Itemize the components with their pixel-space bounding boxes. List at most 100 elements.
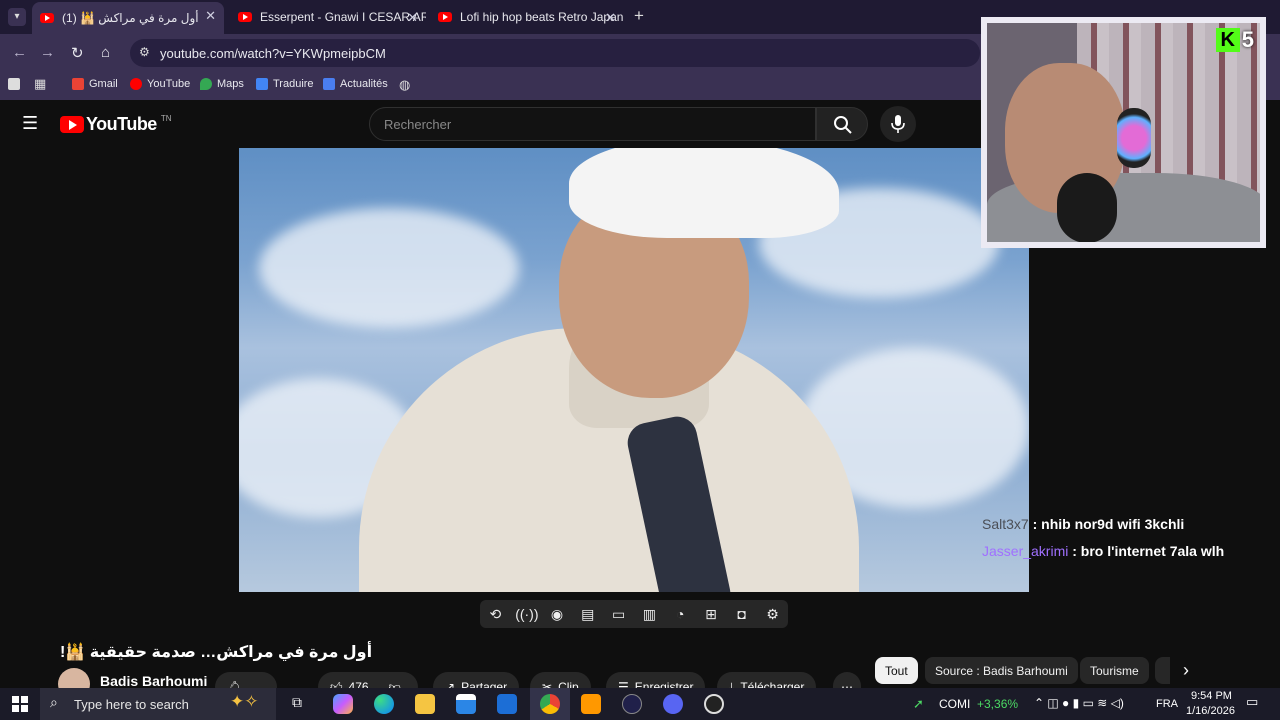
add-icon[interactable]: ⊞ bbox=[700, 606, 722, 623]
bookmark-traduire[interactable]: Traduire bbox=[256, 78, 314, 90]
youtube-favicon-icon bbox=[238, 12, 252, 22]
stock-change: +3,36% bbox=[977, 697, 1019, 711]
tab-lofi[interactable]: Lofi hip hop beats Retro Japane ✕ bbox=[430, 4, 624, 30]
language-indicator[interactable]: FRA bbox=[1156, 698, 1178, 710]
chips-partial bbox=[1155, 657, 1170, 684]
viewer-count-badge: K 5 bbox=[1215, 27, 1254, 53]
kick-logo-icon: K bbox=[1215, 28, 1240, 52]
home-icon[interactable]: ⌂ bbox=[101, 44, 110, 61]
channel-name[interactable]: Badis Barhoumi bbox=[100, 673, 207, 689]
search-icon: ⌕ bbox=[50, 694, 58, 710]
search-input[interactable]: Rechercher bbox=[369, 107, 816, 141]
voice-search-button[interactable] bbox=[880, 106, 916, 142]
region-code: TN bbox=[160, 114, 172, 123]
notification-icon[interactable]: ▭ bbox=[1246, 694, 1258, 710]
chrome-icon[interactable] bbox=[540, 694, 560, 714]
gmail-icon bbox=[72, 78, 84, 90]
taskbar-search-placeholder: Type here to search bbox=[74, 697, 189, 712]
close-icon[interactable]: ✕ bbox=[407, 10, 418, 26]
chip-source[interactable]: Source : Badis Barhoumi bbox=[925, 657, 1078, 684]
theater-icon[interactable]: ▥ bbox=[638, 606, 660, 623]
bookmark-gmail[interactable]: Gmail bbox=[72, 78, 118, 90]
address-text: youtube.com/watch?v=YKWpmeipbCM bbox=[160, 46, 386, 61]
tab-current-title: أول مرة في مراكش 🕌 (1) bbox=[62, 11, 199, 25]
discord-icon[interactable] bbox=[663, 694, 683, 714]
bookmark-label: Maps bbox=[217, 78, 244, 90]
reload-icon[interactable]: ↻ bbox=[71, 44, 84, 62]
bookmark-label: YouTube bbox=[147, 78, 191, 90]
obs-icon[interactable] bbox=[704, 694, 724, 714]
chip-tourism[interactable]: Tourisme bbox=[1080, 657, 1149, 684]
outlook-icon[interactable] bbox=[497, 694, 517, 714]
chat-text: : nhib nor9d wifi 3kchli bbox=[1028, 516, 1185, 532]
search-icon bbox=[834, 116, 852, 134]
video-title: أول مرة في مراكش… صدمة حقيقية 🕌! bbox=[60, 644, 373, 661]
maps-pin-icon bbox=[200, 78, 212, 90]
ambient-icon[interactable]: ◉ bbox=[546, 606, 568, 623]
windows-start-icon[interactable] bbox=[12, 696, 28, 712]
tab-title: Esserpent - Gnawi I CESAR ART bbox=[260, 10, 426, 24]
close-icon[interactable]: ✕ bbox=[205, 8, 216, 24]
taskbar-search[interactable]: ⌕ Type here to search ✦✧ bbox=[40, 688, 276, 720]
stock-label[interactable]: COMI bbox=[939, 697, 970, 711]
bookmark-youtube[interactable]: YouTube bbox=[130, 78, 190, 90]
file-explorer-icon[interactable] bbox=[415, 694, 435, 714]
address-bar[interactable]: ⚙ youtube.com/watch?v=YKWpmeipbCM bbox=[130, 39, 980, 67]
globe-icon[interactable]: ◍ bbox=[399, 77, 410, 93]
tab-current[interactable]: أول مرة في مراكش 🕌 (1) ✕ bbox=[32, 2, 224, 34]
bookmark-folder-icon[interactable] bbox=[8, 78, 20, 90]
video-player[interactable] bbox=[239, 148, 1029, 592]
tab-search-icon[interactable]: ▾ bbox=[8, 8, 26, 26]
new-tab-button[interactable]: + bbox=[634, 6, 644, 26]
youtube-logo-icon bbox=[60, 116, 84, 133]
terminal-icon[interactable] bbox=[622, 694, 642, 714]
streamer-webcam: K 5 bbox=[981, 17, 1266, 248]
youtube-favicon-icon bbox=[438, 12, 452, 22]
settings-gear-icon[interactable]: ⚙ bbox=[762, 606, 784, 623]
speed-icon[interactable]: ◔ bbox=[669, 606, 691, 622]
loop-icon[interactable]: ⟲ bbox=[484, 606, 506, 623]
site-info-icon[interactable]: ⚙ bbox=[139, 45, 150, 59]
store-icon[interactable] bbox=[456, 694, 476, 714]
webcam-headset bbox=[1117, 108, 1151, 168]
edge-icon[interactable] bbox=[374, 694, 394, 714]
screenshot-icon[interactable]: ◘ bbox=[731, 606, 753, 622]
broadcast-icon[interactable]: ((·)) bbox=[515, 606, 538, 622]
translate-icon bbox=[256, 78, 268, 90]
viewer-count: 5 bbox=[1241, 27, 1254, 52]
close-icon[interactable]: ✕ bbox=[605, 10, 616, 26]
tab-title: Lofi hip hop beats Retro Japane bbox=[460, 10, 624, 24]
forward-icon[interactable]: → bbox=[40, 44, 55, 61]
tab-esserpent[interactable]: Esserpent - Gnawi I CESAR ART ✕ bbox=[230, 4, 426, 30]
system-tray-icons[interactable]: ⌃ ◫ ● ▮ ▭ ≋ ◁) bbox=[1034, 696, 1124, 710]
sublime-icon[interactable] bbox=[581, 694, 601, 714]
clock-time[interactable]: 9:54 PM bbox=[1191, 690, 1232, 702]
copilot-icon[interactable] bbox=[333, 694, 353, 714]
chat-message: Salt3x7 : nhib nor9d wifi 3kchli bbox=[982, 516, 1184, 532]
search-placeholder: Rechercher bbox=[384, 117, 452, 132]
chat-username: Jasser_akrimi bbox=[982, 543, 1069, 559]
youtube-logo[interactable]: YouTube TN bbox=[60, 114, 172, 135]
picture-in-picture-icon[interactable]: ▭ bbox=[608, 606, 630, 623]
cinema-icon[interactable]: ▤ bbox=[577, 606, 599, 623]
sparkle-icon: ✦✧ bbox=[230, 692, 259, 711]
news-icon bbox=[323, 78, 335, 90]
apps-grid-icon[interactable]: ▦ bbox=[34, 76, 46, 92]
stock-trend-icon: ➚ bbox=[913, 696, 924, 711]
back-icon[interactable]: ← bbox=[12, 44, 27, 61]
task-view-icon[interactable]: ⧉ bbox=[292, 694, 302, 711]
youtube-logo-text: YouTube bbox=[86, 114, 157, 134]
bookmark-label: Traduire bbox=[273, 78, 314, 90]
bookmark-maps[interactable]: Maps bbox=[200, 78, 244, 90]
search-button[interactable] bbox=[816, 107, 868, 141]
chip-all[interactable]: Tout bbox=[875, 657, 918, 684]
menu-icon[interactable]: ☰ bbox=[22, 113, 38, 134]
bookmark-actualites[interactable]: Actualités bbox=[323, 78, 388, 90]
chat-message: Jasser_akrimi : bro l'internet 7ala wlh bbox=[982, 543, 1224, 559]
chat-username: Salt3x7 bbox=[982, 516, 1029, 532]
clock-date[interactable]: 1/16/2026 bbox=[1186, 705, 1235, 717]
player-extension-controls: ⟲ ((·)) ◉ ▤ ▭ ▥ ◔ ⊞ ◘ ⚙ bbox=[480, 600, 788, 628]
chevron-right-icon[interactable]: › bbox=[1183, 660, 1189, 681]
microphone-icon bbox=[891, 115, 905, 133]
bookmark-label: Gmail bbox=[89, 78, 118, 90]
